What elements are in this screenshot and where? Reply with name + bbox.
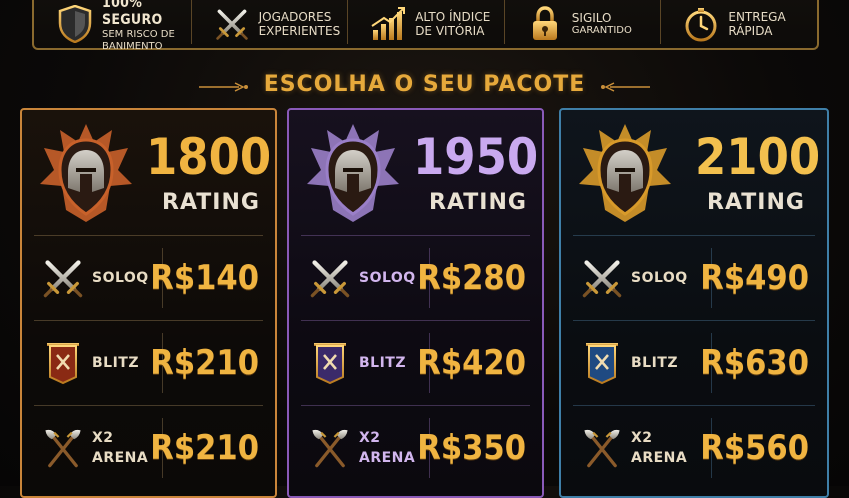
option-price: R$350 [417,428,526,468]
crossed-swords-icon [307,255,353,301]
package-option-soloq[interactable]: SOLOQ R$490 [573,235,815,320]
feature-winrate: ALTO ÍNDICE DE VITÓRIA [347,0,504,48]
banner-icon [307,340,353,386]
feature-title: SIGILO [571,10,612,25]
package-card-1800[interactable]: 1800 RATING SOLOQ R$140 BLITZ R$210 X2 A… [20,108,277,498]
feature-title: JOGADORES [258,9,332,24]
option-price: R$210 [150,343,259,383]
bronze-emblem-icon [36,122,136,226]
page-title: ESCOLHA O SEU PACOTE [263,72,586,97]
crossed-swords-icon [40,255,86,301]
option-price: R$210 [150,428,259,468]
option-price: R$280 [417,258,526,298]
crossed-axes-icon [579,425,625,471]
package-option-soloq[interactable]: SOLOQ R$280 [301,235,530,320]
crossed-axes-icon [307,425,353,471]
rating-label: RATING [162,190,260,215]
feature-delivery: ENTREGA RÁPIDA [660,0,817,48]
package-card-2100[interactable]: 2100 RATING SOLOQ R$490 BLITZ R$630 X2 A… [559,108,829,498]
option-name: BLITZ [631,355,679,371]
package-option-blitz[interactable]: BLITZ R$420 [301,320,530,405]
banner-icon [40,340,86,386]
feature-title: ALTO ÍNDICE [415,9,491,24]
rating-value: 1950 [413,128,539,186]
package-option-soloq[interactable]: SOLOQ R$140 [34,235,263,320]
feature-title: ENTREGA [728,9,786,24]
package-option-blitz[interactable]: BLITZ R$630 [573,320,815,405]
crossed-swords-icon [579,255,625,301]
package-option-x2-arena[interactable]: X2 ARENA R$560 [573,405,815,490]
package-card-1950[interactable]: 1950 RATING SOLOQ R$280 BLITZ R$420 X2 A… [287,108,544,498]
option-price: R$560 [700,428,809,468]
crossed-axes-icon [40,425,86,471]
banner-icon [579,340,625,386]
option-price: R$420 [417,343,526,383]
option-price: R$490 [700,258,809,298]
option-name: X2 ARENA [631,430,688,466]
rating-value: 1800 [146,128,272,186]
crossed-swords-icon [213,5,251,43]
rating-label: RATING [707,190,805,215]
feature-subtitle: DE VITÓRIA [415,24,485,38]
bar-chart-icon [369,5,407,43]
stopwatch-icon [682,5,720,43]
feature-title: 100% SEGURO [102,0,163,28]
features-bar: 100% SEGURO SEM RISCO DE BANIMENTO JOGAD… [32,0,819,52]
card-header: 2100 RATING [561,110,827,235]
feature-safe: 100% SEGURO SEM RISCO DE BANIMENTO [34,0,191,52]
right-ornament-icon [601,81,651,92]
left-ornament-icon [198,81,248,92]
package-option-x2-arena[interactable]: X2 ARENA R$350 [301,405,530,490]
feature-players: JOGADORES EXPERIENTES [190,0,348,48]
lock-icon [526,5,564,43]
option-price: R$140 [150,258,259,298]
rating-value: 2100 [695,128,821,186]
feature-secrecy: SIGILO GARANTIDO [503,0,661,48]
silver-emblem-icon [303,122,403,226]
feature-subtitle: SEM RISCO DE BANIMENTO [102,28,175,52]
section-heading: ESCOLHA O SEU PACOTE [0,72,849,97]
package-option-blitz[interactable]: BLITZ R$210 [34,320,263,405]
shield-icon [56,5,94,43]
rating-label: RATING [429,190,527,215]
feature-subtitle: RÁPIDA [728,24,773,38]
card-header: 1950 RATING [289,110,542,235]
package-option-x2-arena[interactable]: X2 ARENA R$210 [34,405,263,490]
feature-subtitle: GARANTIDO [571,25,632,37]
card-header: 1800 RATING [22,110,275,235]
option-price: R$630 [700,343,809,383]
feature-subtitle: EXPERIENTES [258,24,341,38]
option-name: SOLOQ [631,270,688,286]
gold-emblem-icon [575,122,675,226]
